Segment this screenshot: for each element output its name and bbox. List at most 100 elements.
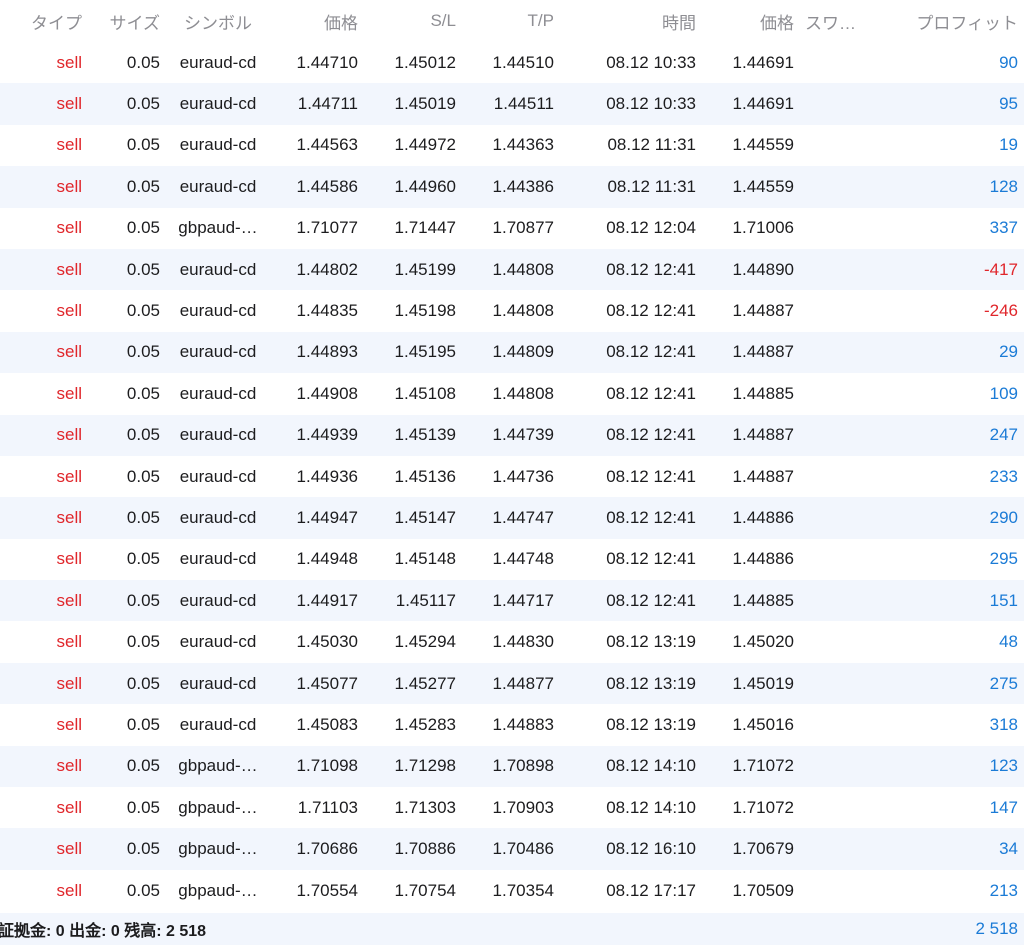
row-profit: 19: [999, 135, 1018, 155]
table-row[interactable]: sell 0.05 euraud-cd 1.44586 1.44960 1.44386 08…: [0, 166, 1024, 208]
row-profit: 213: [989, 880, 1018, 900]
row-profit: 318: [989, 714, 1018, 734]
table-row[interactable]: sell 0.05 euraud-cd 1.44947 1.45147 1.44747 08…: [0, 497, 1024, 539]
row-swap: [805, 539, 877, 580]
header-price[interactable]: 価格: [270, 0, 358, 42]
row-current-price: 1.45020: [732, 632, 794, 652]
row-sl: 1.45148: [394, 549, 456, 569]
table-row[interactable]: sell 0.05 gbpaud-… 1.71077 1.71447 1.70877 08.…: [0, 208, 1024, 249]
row-time: 08.12 13:19: [606, 673, 696, 693]
row-open-price: 1.70554: [296, 880, 358, 900]
row-type: sell: [56, 549, 82, 569]
row-type: sell: [56, 342, 82, 362]
row-tp: 1.70898: [492, 756, 554, 776]
row-tp: 1.44883: [492, 714, 554, 734]
row-sl: 1.45277: [394, 673, 456, 693]
table-header: タイプ サイズ シンボル 価格 S/L T/P 時間 価格 スワ… プロフィット: [0, 0, 1024, 42]
row-sl: 1.70886: [394, 839, 456, 859]
row-time: 08.12 12:41: [606, 507, 696, 527]
row-tp: 1.70903: [492, 797, 554, 817]
table-row[interactable]: sell 0.05 euraud-cd 1.44908 1.45108 1.44808 08…: [0, 373, 1024, 414]
row-swap: [805, 332, 877, 373]
header-time[interactable]: 時間: [570, 0, 696, 42]
header-type[interactable]: タイプ: [0, 0, 82, 42]
row-tp: 1.44386: [492, 176, 554, 196]
row-time: 08.12 13:19: [606, 632, 696, 652]
row-open-price: 1.71098: [296, 756, 358, 776]
row-type: sell: [56, 218, 82, 238]
row-current-price: 1.44887: [732, 301, 794, 321]
row-symbol: euraud-cd: [179, 94, 257, 114]
header-profit[interactable]: プロフィット: [890, 0, 1018, 42]
row-time: 08.12 12:41: [606, 383, 696, 403]
table-row[interactable]: sell 0.05 euraud-cd 1.44917 1.45117 1.44717 08…: [0, 580, 1024, 622]
table-row[interactable]: sell 0.05 euraud-cd 1.45077 1.45277 1.44877 08…: [0, 662, 1024, 705]
row-open-price: 1.44917: [296, 590, 358, 610]
row-size: 0.05: [126, 135, 160, 155]
row-sl: 1.71447: [394, 218, 456, 238]
table-row[interactable]: sell 0.05 gbpaud-… 1.71103 1.71303 1.70903 08.…: [0, 787, 1024, 828]
table-row[interactable]: sell 0.05 euraud-cd 1.44711 1.45019 1.44511 08…: [0, 83, 1024, 125]
table-row[interactable]: sell 0.05 euraud-cd 1.44936 1.45136 1.44736 08…: [0, 456, 1024, 497]
table-row[interactable]: sell 0.05 euraud-cd 1.44563 1.44972 1.44363 08…: [0, 125, 1024, 166]
row-symbol: euraud-cd: [179, 507, 257, 527]
table-row[interactable]: sell 0.05 euraud-cd 1.45083 1.45283 1.44883 08…: [0, 704, 1024, 745]
row-current-price: 1.45016: [732, 714, 794, 734]
row-swap: [805, 456, 877, 497]
row-current-price: 1.71072: [732, 756, 794, 776]
row-tp: 1.44511: [493, 94, 554, 114]
row-profit: 295: [989, 549, 1018, 569]
table-row[interactable]: sell 0.05 gbpaud-… 1.70554 1.70754 1.70354 08.…: [0, 870, 1024, 911]
row-sl: 1.45019: [394, 94, 456, 114]
row-open-price: 1.71077: [296, 218, 358, 238]
table-row[interactable]: sell 0.05 euraud-cd 1.44948 1.45148 1.44748 08…: [0, 539, 1024, 580]
header-sl[interactable]: S/L: [368, 0, 456, 42]
table-row[interactable]: sell 0.05 euraud-cd 1.44802 1.45199 1.44808 08…: [0, 248, 1024, 291]
header-tp[interactable]: T/P: [466, 0, 554, 42]
row-profit: 128: [989, 176, 1018, 196]
row-type: sell: [56, 632, 82, 652]
header-swap[interactable]: スワ…: [805, 0, 877, 42]
row-tp: 1.44736: [492, 466, 554, 486]
row-sl: 1.45147: [394, 507, 456, 527]
row-symbol: euraud-cd: [179, 425, 257, 445]
table-row[interactable]: sell 0.05 euraud-cd 1.44710 1.45012 1.44510 08…: [0, 42, 1024, 83]
row-swap: [805, 249, 877, 290]
row-open-price: 1.44939: [296, 425, 358, 445]
row-profit: 247: [989, 425, 1018, 445]
row-tp: 1.44739: [492, 425, 554, 445]
row-swap: [805, 166, 877, 207]
row-sl: 1.45283: [394, 714, 456, 734]
row-type: sell: [56, 466, 82, 486]
row-symbol: gbpaud-…: [178, 880, 258, 900]
row-time: 08.12 16:10: [606, 839, 696, 859]
row-size: 0.05: [126, 714, 160, 734]
table-row[interactable]: sell 0.05 euraud-cd 1.44939 1.45139 1.44739 08…: [0, 414, 1024, 456]
header-size[interactable]: サイズ: [90, 0, 161, 42]
header-current-price[interactable]: 価格: [706, 0, 794, 42]
row-tp: 1.44363: [492, 135, 554, 155]
header-symbol[interactable]: シンボル: [168, 0, 268, 42]
total-profit: 2 518: [975, 919, 1018, 938]
row-time: 08.12 12:04: [606, 218, 696, 238]
table-row[interactable]: sell 0.05 euraud-cd 1.44835 1.45198 1.44808 08…: [0, 290, 1024, 331]
row-open-price: 1.44908: [296, 383, 358, 403]
table-row[interactable]: sell 0.05 euraud-cd 1.45030 1.45294 1.44830 08…: [0, 621, 1024, 662]
table-row[interactable]: sell 0.05 gbpaud-… 1.70686 1.70886 1.70486 08.…: [0, 828, 1024, 870]
row-profit: 151: [989, 590, 1018, 610]
row-profit: 109: [989, 383, 1018, 403]
row-tp: 1.44717: [492, 590, 554, 610]
table-row[interactable]: sell 0.05 gbpaud-… 1.71098 1.71298 1.70898 08.…: [0, 745, 1024, 788]
row-swap: [805, 497, 877, 538]
row-time: 08.12 14:10: [606, 797, 696, 817]
table-row[interactable]: sell 0.05 euraud-cd 1.44893 1.45195 1.44809 08…: [0, 331, 1024, 374]
row-sl: 1.70754: [394, 880, 456, 900]
row-profit: -246: [983, 301, 1018, 321]
row-time: 08.12 12:41: [606, 590, 696, 610]
row-size: 0.05: [126, 383, 160, 403]
row-swap: [805, 42, 877, 83]
row-current-price: 1.44559: [732, 176, 794, 196]
row-tp: 1.44808: [492, 301, 554, 321]
row-time: 08.12 11:31: [607, 135, 696, 155]
row-profit: 290: [989, 507, 1018, 527]
